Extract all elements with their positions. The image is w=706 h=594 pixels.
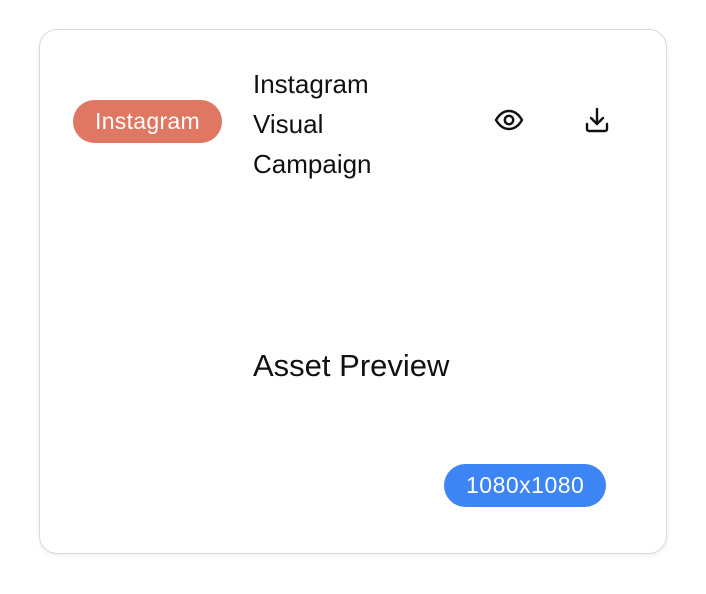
platform-badge: Instagram: [73, 100, 222, 143]
download-button[interactable]: [577, 102, 617, 142]
size-badge: 1080x1080: [444, 464, 607, 507]
asset-title-line-3: Campaign: [253, 149, 372, 179]
asset-card: Instagram Instagram Visual Campaign Asse…: [39, 29, 667, 554]
asset-title-line-2: Visual: [253, 109, 324, 139]
asset-title: Instagram Visual Campaign: [253, 64, 433, 184]
eye-icon: [493, 104, 525, 141]
view-button[interactable]: [489, 102, 529, 142]
asset-preview-label: Asset Preview: [253, 348, 450, 383]
download-icon: [581, 104, 613, 141]
asset-title-line-1: Instagram: [253, 69, 369, 99]
